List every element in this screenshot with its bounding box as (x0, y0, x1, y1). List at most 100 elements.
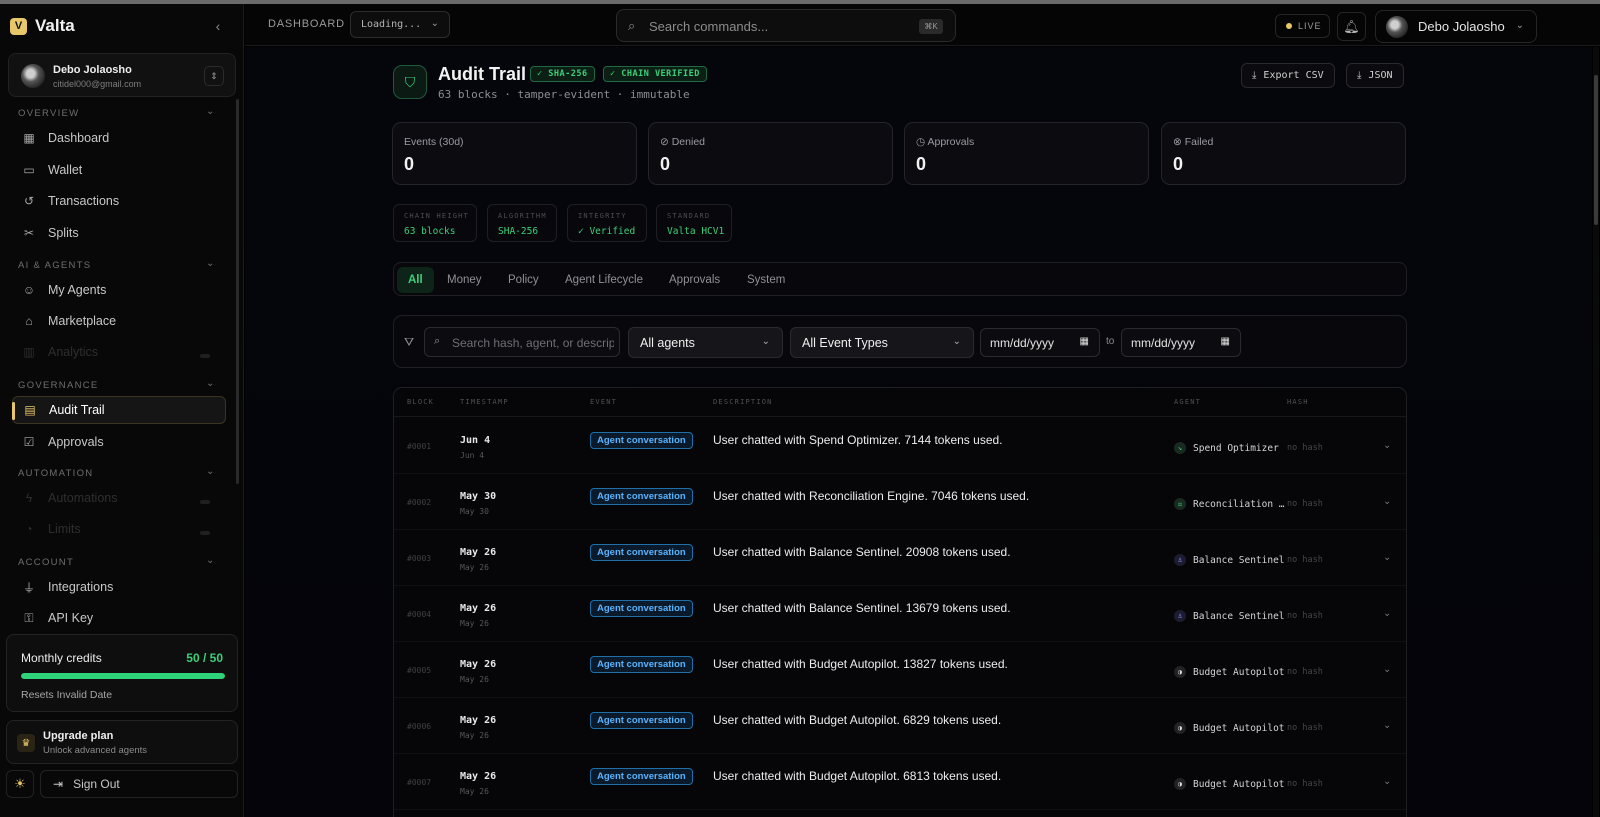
sidebar-item-transactions[interactable]: ↺ Transactions (12, 187, 226, 215)
notifications-bell-icon[interactable]: 🔔︎ (1337, 12, 1366, 41)
date-from-input[interactable]: mm/dd/yyyy ▦ (980, 328, 1100, 357)
scissors-icon: ✂ (23, 226, 35, 240)
audit-search-input[interactable] (452, 334, 614, 351)
calendar-icon[interactable]: ▦ (1080, 336, 1089, 347)
expand-row-chevron-icon[interactable]: ⌄ (1383, 664, 1391, 675)
export-csv-button[interactable]: ⤓ Export CSV (1241, 63, 1335, 88)
column-header-block[interactable]: BLOCK (407, 398, 434, 406)
expand-row-chevron-icon[interactable]: ⌄ (1383, 552, 1391, 563)
sidebar-scrollbar[interactable] (236, 99, 239, 484)
event-badge: Agent conversation (590, 656, 693, 673)
table-row[interactable]: #0003 May 26 May 26 Agent conversation U… (394, 530, 1406, 586)
table-row[interactable]: #0005 May 26 May 26 Agent conversation U… (394, 642, 1406, 698)
column-header-hash[interactable]: HASH (1287, 398, 1309, 406)
workspace-select[interactable]: Loading... ⌄ (350, 11, 450, 38)
table-row[interactable]: #0001 Jun 4 Jun 4 Agent conversation Use… (394, 418, 1406, 474)
switch-account-icon[interactable]: ⇕ (204, 66, 224, 86)
filter-funnel-icon: ⛛ (404, 335, 415, 349)
sidebar-item-approvals[interactable]: ☑ Approvals (12, 428, 226, 456)
sidebar-item-my-agents[interactable]: ☺ My Agents (12, 276, 226, 304)
chevron-down-icon[interactable]: ⌄ (206, 378, 214, 389)
meta-key: INTEGRITY (578, 212, 627, 220)
stat-label-text: Failed (1184, 136, 1214, 148)
column-header-timestamp[interactable]: TIMESTAMP (460, 398, 509, 406)
tab-system[interactable]: System (736, 267, 796, 293)
column-header-description[interactable]: DESCRIPTION (713, 398, 773, 406)
chevron-down-icon[interactable]: ⌄ (206, 555, 214, 566)
avatar (21, 64, 45, 88)
event-badge: Agent conversation (590, 600, 693, 617)
sidebar-item-automations[interactable]: ϟ Automations (12, 484, 226, 512)
key-icon: ⚿ (24, 610, 34, 625)
timestamp-sub: May 26 (460, 787, 489, 796)
agent-filter-select[interactable]: All agents ⌄ (628, 327, 783, 358)
sidebar-item-wallet[interactable]: ▭ Wallet (12, 156, 226, 184)
credits-count: 50 / 50 (186, 651, 223, 665)
sign-out-button[interactable]: ⇥ Sign Out (40, 770, 238, 798)
hash-value: no hash (1287, 499, 1323, 509)
tab-all[interactable]: All (397, 267, 434, 293)
timestamp: May 30 (460, 491, 497, 502)
stat-label: ◷ Approvals (916, 136, 974, 148)
expand-row-chevron-icon[interactable]: ⌄ (1383, 496, 1391, 507)
workspace-user-card[interactable]: Debo Jolaosho citidel000@gmail.com ⇕ (8, 53, 236, 97)
expand-row-chevron-icon[interactable]: ⌄ (1383, 776, 1391, 787)
tab-money[interactable]: Money (436, 267, 493, 293)
tab-approvals[interactable]: Approvals (658, 267, 731, 293)
collapse-sidebar-chevron-icon[interactable]: ‹ (208, 16, 228, 36)
sidebar-item-splits[interactable]: ✂ Splits (12, 219, 226, 247)
sidebar-item-label: Marketplace (48, 314, 117, 328)
sidebar-item-audit-trail[interactable]: ▤ Audit Trail (12, 396, 226, 424)
chart-icon: ▥ (23, 345, 35, 359)
sidebar-item-analytics[interactable]: ▥ Analytics (12, 338, 226, 366)
chevron-down-icon[interactable]: ⌄ (206, 106, 214, 117)
chevron-down-icon[interactable]: ⌄ (206, 466, 214, 477)
expand-row-chevron-icon[interactable]: ⌄ (1383, 720, 1391, 731)
event-type-filter-select[interactable]: All Event Types ⌄ (790, 327, 974, 358)
topbar-user-name: Debo Jolaosho (1418, 19, 1505, 34)
date-to-value: mm/dd/yyyy (1131, 335, 1196, 350)
event-description: User chatted with Budget Autopilot. 6813… (713, 769, 1002, 783)
command-search[interactable]: ⌕ Search commands... ⌘K (616, 9, 956, 42)
section-label-automation[interactable]: Automation (18, 468, 93, 479)
section-label-governance[interactable]: Governance (18, 380, 99, 391)
upgrade-plan-button[interactable]: ♛ Upgrade plan Unlock advanced agents (6, 720, 238, 764)
audit-search-field[interactable]: ⌕ (424, 327, 620, 357)
event-badge: Agent conversation (590, 544, 693, 561)
event-badge: Agent conversation (590, 768, 693, 785)
table-row[interactable]: #0002 May 30 May 30 Agent conversation U… (394, 474, 1406, 530)
sidebar-item-integrations[interactable]: ⏚ Integrations (12, 573, 226, 601)
credits-progress-bar (21, 673, 225, 679)
sidebar-item-limits[interactable]: ◔ Limits (12, 515, 226, 543)
calendar-icon[interactable]: ▦ (1221, 336, 1230, 347)
event-type-filter-value: All Event Types (802, 335, 888, 350)
page-scrollbar-thumb[interactable] (1594, 75, 1598, 225)
expand-row-chevron-icon[interactable]: ⌄ (1383, 440, 1391, 451)
export-json-button[interactable]: ⤓ JSON (1346, 63, 1404, 88)
sidebar-item-api-key[interactable]: ⚿ API Key (12, 604, 226, 632)
agent-name: Balance Sentinel (1193, 554, 1285, 566)
table-row[interactable]: #0006 May 26 May 26 Agent conversation U… (394, 698, 1406, 754)
table-header-divider (394, 416, 1406, 417)
sidebar-item-dashboard[interactable]: ▦ Dashboard (12, 124, 226, 152)
meta-key: CHAIN HEIGHT (404, 212, 469, 220)
table-row[interactable]: #0007 May 26 May 26 Agent conversation U… (394, 754, 1406, 810)
section-label-overview[interactable]: Overview (18, 108, 79, 119)
theme-toggle-sun-icon[interactable]: ☀ (6, 770, 34, 798)
sidebar-item-marketplace[interactable]: ⌂ Marketplace (12, 307, 226, 335)
chevron-down-icon[interactable]: ⌄ (206, 258, 214, 269)
locked-badge (200, 500, 210, 504)
expand-row-chevron-icon[interactable]: ⌄ (1383, 608, 1391, 619)
column-header-event[interactable]: EVENT (590, 398, 617, 406)
tab-policy[interactable]: Policy (497, 267, 550, 293)
date-to-input[interactable]: mm/dd/yyyy ▦ (1121, 328, 1241, 357)
section-label-ai-agents[interactable]: AI & Agents (18, 260, 91, 271)
tab-agent-lifecycle[interactable]: Agent Lifecycle (554, 267, 654, 293)
user-menu[interactable]: Debo Jolaosho ⌄ (1375, 10, 1537, 43)
chain-verified-badge: ✓ CHAIN VERIFIED (603, 66, 707, 82)
section-label-account[interactable]: Account (18, 557, 74, 568)
brand[interactable]: V Valta (10, 14, 75, 38)
column-header-agent[interactable]: AGENT (1174, 398, 1201, 406)
breadcrumb[interactable]: DASHBOARD (268, 18, 345, 30)
table-row[interactable]: #0004 May 26 May 26 Agent conversation U… (394, 586, 1406, 642)
